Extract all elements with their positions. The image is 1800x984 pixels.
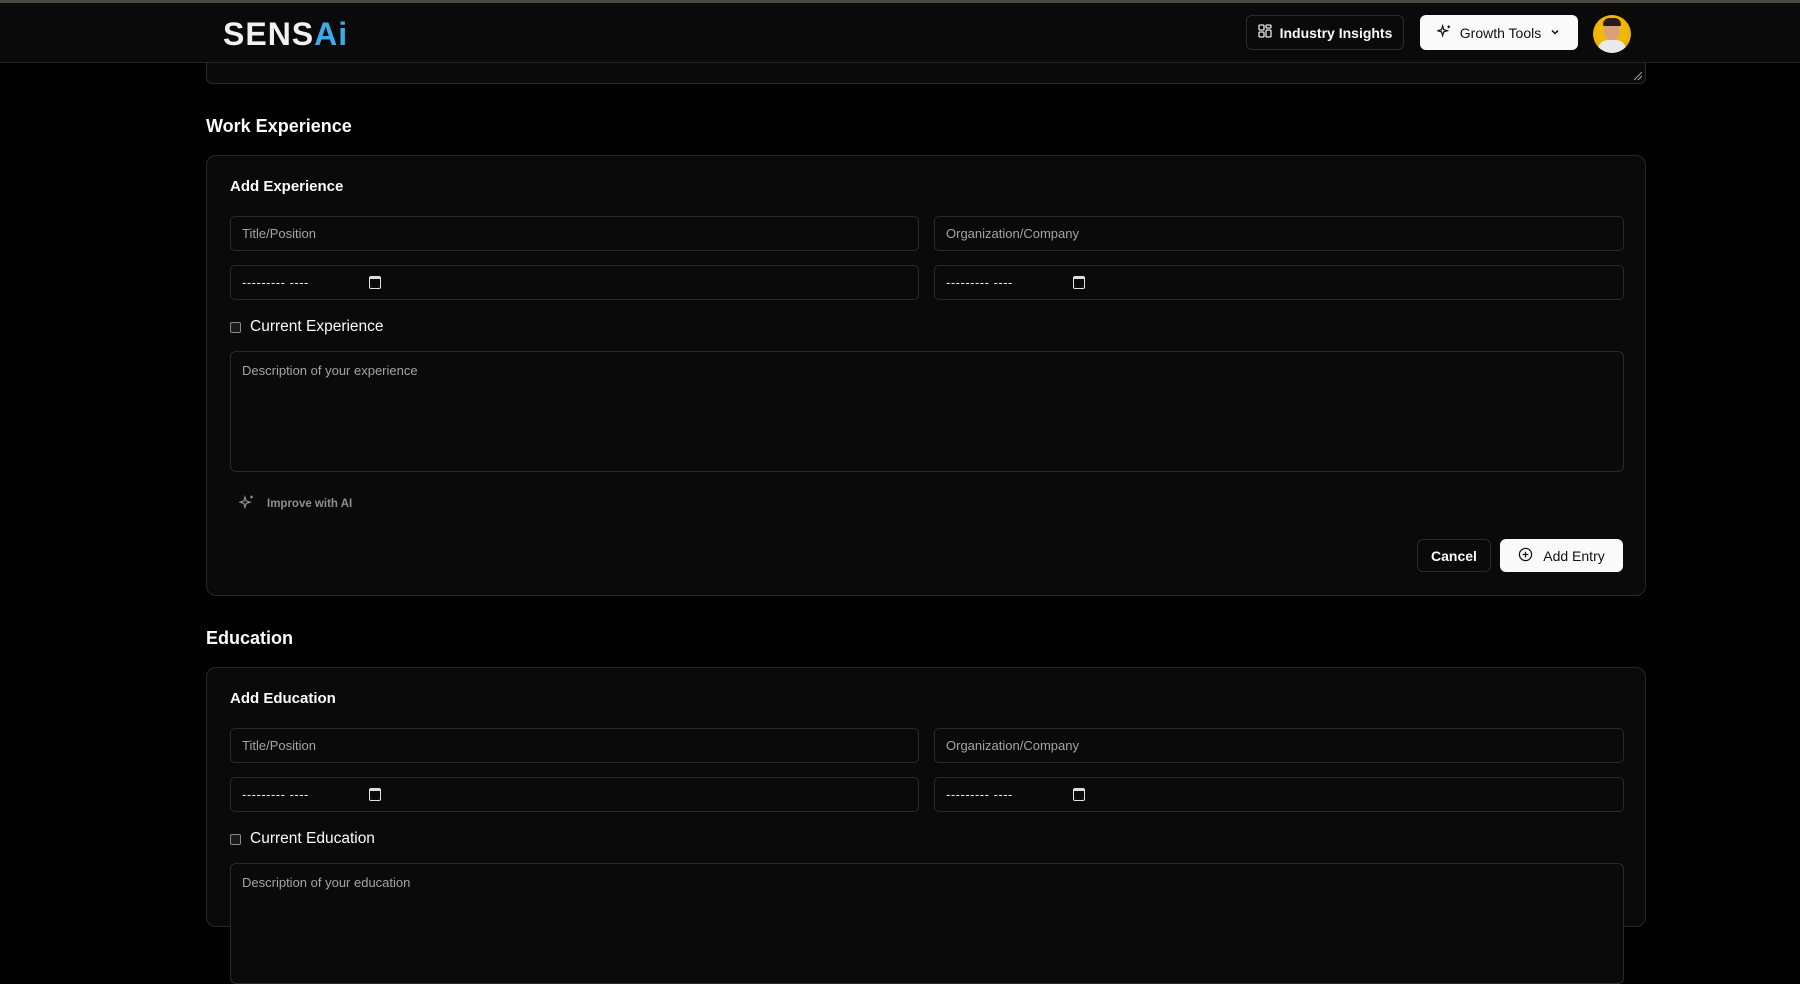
improve-with-ai-label: Improve with AI	[267, 497, 353, 510]
education-heading: Education	[206, 628, 294, 648]
experience-organization-input[interactable]: Organization/Company	[934, 216, 1624, 251]
add-experience-title: Add Experience	[230, 178, 344, 195]
improve-with-ai-button[interactable]: Improve with AI	[238, 494, 353, 513]
education-end-date-input[interactable]: --------- ----	[934, 777, 1624, 812]
sparkles-icon	[1435, 23, 1452, 42]
sensai-logo[interactable]: SENS Ai	[223, 14, 348, 54]
growth-tools-dropdown[interactable]: Growth Tools	[1420, 15, 1578, 50]
education-description-textarea[interactable]: Description of your education	[230, 863, 1624, 984]
current-experience-row[interactable]: Current Experience	[230, 318, 384, 336]
cancel-button[interactable]: Cancel	[1417, 539, 1491, 572]
sparkles-icon	[238, 494, 255, 513]
experience-start-date-input[interactable]: --------- ----	[230, 265, 919, 300]
user-avatar[interactable]	[1593, 15, 1631, 53]
calendar-icon[interactable]	[1073, 276, 1085, 289]
dashboard-grid-icon	[1257, 24, 1272, 41]
calendar-icon[interactable]	[369, 788, 381, 801]
start-date-value: --------- ----	[242, 275, 309, 290]
start-date-value: --------- ----	[242, 787, 309, 802]
add-experience-card: Add Experience Title/Position Organizati…	[206, 155, 1646, 596]
current-education-row[interactable]: Current Education	[230, 830, 375, 848]
resize-handle-icon[interactable]	[1634, 72, 1642, 80]
education-title-input[interactable]: Title/Position	[230, 728, 919, 763]
experience-description-textarea[interactable]: Description of your experience	[230, 351, 1624, 472]
end-date-value: --------- ----	[946, 787, 1013, 802]
end-date-value: --------- ----	[946, 275, 1013, 290]
education-organization-input[interactable]: Organization/Company	[934, 728, 1624, 763]
calendar-icon[interactable]	[369, 276, 381, 289]
logo-accent-text: Ai	[314, 15, 349, 52]
experience-title-input[interactable]: Title/Position	[230, 216, 919, 251]
calendar-icon[interactable]	[1073, 788, 1085, 801]
add-entry-button[interactable]: Add Entry	[1500, 539, 1623, 572]
top-navbar: SENS Ai Industry Insights Growth Tools	[0, 3, 1800, 63]
current-experience-checkbox[interactable]	[230, 321, 241, 333]
plus-circle-icon	[1518, 547, 1533, 565]
add-education-card: Add Education Title/Position Organizatio…	[206, 667, 1646, 984]
industry-insights-button[interactable]: Industry Insights	[1246, 15, 1404, 50]
growth-tools-label: Growth Tools	[1459, 24, 1542, 41]
add-education-title: Add Education	[230, 690, 336, 707]
add-entry-label: Add Entry	[1543, 547, 1605, 564]
industry-insights-label: Industry Insights	[1279, 24, 1393, 41]
chevron-down-icon	[1549, 25, 1561, 41]
current-education-label: Current Education	[250, 830, 375, 847]
logo-main-text: SENS	[223, 15, 315, 52]
work-experience-heading: Work Experience	[206, 116, 352, 136]
experience-end-date-input[interactable]: --------- ----	[934, 265, 1624, 300]
education-start-date-input[interactable]: --------- ----	[230, 777, 919, 812]
current-experience-label: Current Experience	[250, 318, 384, 335]
current-education-checkbox[interactable]	[230, 833, 241, 845]
